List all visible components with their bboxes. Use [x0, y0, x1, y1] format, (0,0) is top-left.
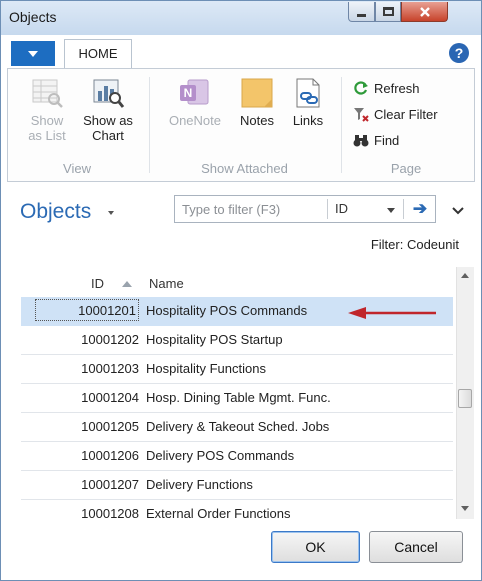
ribbon-separator — [149, 77, 150, 173]
cancel-button[interactable]: Cancel — [369, 531, 463, 563]
ok-button[interactable]: OK — [271, 531, 360, 563]
notes-button[interactable]: Notes — [234, 77, 280, 128]
onenote-label: OneNote — [168, 113, 222, 128]
cell-id: 10001201 — [35, 299, 139, 321]
ribbon-group-view-label: View — [63, 161, 91, 176]
close-button[interactable] — [401, 2, 448, 22]
onenote-icon: N — [180, 79, 209, 105]
show-as-list-label-1: Show — [30, 113, 64, 128]
maximize-button[interactable] — [375, 2, 401, 22]
cell-name: External Order Functions — [146, 506, 291, 521]
filter-input[interactable] — [176, 197, 336, 221]
cell-id: 10001207 — [81, 477, 139, 492]
cell-id: 10001202 — [81, 332, 139, 347]
chevron-down-icon[interactable] — [108, 211, 114, 215]
sort-ascending-icon — [122, 281, 132, 287]
show-as-list-button[interactable]: Show as List — [22, 77, 72, 143]
find-label: Find — [374, 132, 400, 148]
scroll-up-icon[interactable] — [461, 273, 469, 278]
divider — [327, 199, 328, 219]
collapse-factbox-icon[interactable] — [452, 202, 464, 218]
list-header: ID Name — [21, 267, 453, 297]
tab-home[interactable]: HOME — [64, 39, 132, 69]
show-as-chart-label-1: Show as — [83, 113, 133, 128]
cell-name: Delivery POS Commands — [146, 448, 295, 463]
filter-status: Filter: Codeunit — [370, 237, 459, 252]
clear-filter-icon — [352, 105, 370, 123]
ribbon-group-page: Refresh Clear Filter Find Page — [344, 69, 468, 181]
clear-filter-label: Clear Filter — [374, 106, 438, 122]
close-icon — [419, 6, 430, 17]
notes-label: Notes — [240, 113, 274, 128]
onenote-button[interactable]: N OneNote — [160, 77, 230, 128]
cell-name: Delivery Functions — [146, 477, 253, 492]
cell-name: Hospitality POS Commands — [146, 303, 308, 318]
ribbon-group-view: Show as List Show as Chart View — [8, 69, 146, 181]
show-as-list-label-2: as List — [28, 128, 66, 143]
binoculars-icon — [352, 131, 370, 149]
find-button[interactable]: Find — [352, 129, 399, 151]
cell-name: Hosp. Dining Table Mgmt. Func. — [146, 390, 331, 405]
arrow-right-icon[interactable]: ➔ — [407, 199, 433, 219]
cell-id: 10001205 — [81, 419, 139, 434]
links-label: Links — [292, 113, 324, 128]
scrollbar-thumb[interactable] — [458, 389, 472, 408]
links-button[interactable]: Links — [286, 77, 330, 128]
window-title: Objects — [9, 9, 57, 25]
minimize-icon — [357, 13, 366, 17]
chart-view-icon — [93, 79, 125, 108]
refresh-label: Refresh — [374, 80, 420, 96]
annotation-arrow-icon — [348, 307, 436, 319]
chevron-down-icon[interactable] — [387, 208, 395, 213]
column-header-name[interactable]: Name — [149, 276, 184, 291]
ribbon-group-show-attached: N OneNote Notes Links Show Attached — [152, 69, 337, 181]
links-icon — [296, 78, 320, 108]
minimize-button[interactable] — [348, 2, 375, 22]
table-row[interactable]: 10001203 Hospitality Functions — [21, 355, 453, 384]
refresh-button[interactable]: Refresh — [352, 77, 420, 99]
application-menu-button[interactable] — [11, 41, 55, 66]
scroll-down-icon[interactable] — [461, 506, 469, 511]
maximize-icon — [382, 7, 394, 16]
table-row[interactable]: 10001208 External Order Functions — [21, 500, 453, 523]
ribbon-separator — [341, 77, 342, 173]
table-row[interactable]: 10001205 Delivery & Takeout Sched. Jobs — [21, 413, 453, 442]
filter-field-select[interactable]: ID — [335, 201, 348, 216]
vertical-scrollbar[interactable] — [456, 267, 474, 519]
table-row[interactable]: 10001204 Hosp. Dining Table Mgmt. Func. — [21, 384, 453, 413]
ribbon-tab-row: HOME ? — [7, 37, 475, 69]
cell-id: 10001208 — [81, 506, 139, 521]
table-row[interactable]: 10001202 Hospitality POS Startup — [21, 326, 453, 355]
objects-list: ID Name 10001201 Hospitality POS Command… — [21, 267, 471, 523]
notes-icon — [241, 78, 273, 108]
cell-name: Hospitality Functions — [146, 361, 266, 376]
title-bar[interactable]: Objects — [1, 1, 481, 35]
refresh-icon — [352, 79, 370, 97]
table-row[interactable]: 10001206 Delivery POS Commands — [21, 442, 453, 471]
divider — [403, 199, 404, 219]
ribbon-group-show-attached-label: Show Attached — [201, 161, 288, 176]
show-as-chart-button[interactable]: Show as Chart — [76, 77, 140, 143]
ribbon-group-page-label: Page — [390, 161, 422, 176]
cell-id: 10001206 — [81, 448, 139, 463]
chevron-down-icon — [28, 50, 38, 57]
svg-text:N: N — [184, 86, 193, 100]
ribbon: Show as List Show as Chart View N OneNot… — [7, 68, 475, 182]
clear-filter-button[interactable]: Clear Filter — [352, 103, 438, 125]
column-header-id[interactable]: ID — [91, 276, 104, 291]
cell-id: 10001203 — [81, 361, 139, 376]
cell-name: Hospitality POS Startup — [146, 332, 283, 347]
table-row[interactable]: 10001207 Delivery Functions — [21, 471, 453, 500]
objects-window: Objects HOME ? Show as List Show as Char… — [0, 0, 482, 581]
page-title[interactable]: Objects — [20, 200, 91, 224]
cell-id: 10001204 — [81, 390, 139, 405]
help-icon[interactable]: ? — [449, 43, 469, 63]
show-as-chart-label-2: Chart — [92, 128, 124, 143]
table-row[interactable]: 10001201 Hospitality POS Commands — [21, 297, 453, 326]
list-view-icon — [32, 79, 63, 108]
cell-name: Delivery & Takeout Sched. Jobs — [146, 419, 330, 434]
filter-box: ID ➔ — [174, 195, 436, 223]
